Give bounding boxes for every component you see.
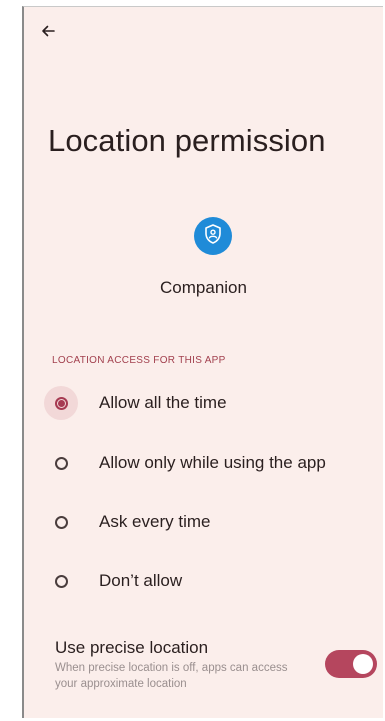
radio-button[interactable] bbox=[54, 515, 68, 529]
option-ask-every-time[interactable]: Ask every time bbox=[24, 500, 383, 544]
precise-location-subtitle: When precise location is off, apps can a… bbox=[55, 662, 288, 690]
option-dont-allow[interactable]: Don’t allow bbox=[24, 559, 383, 603]
app-name: Companion bbox=[160, 278, 247, 297]
section-header: LOCATION ACCESS FOR THIS APP bbox=[52, 355, 226, 366]
option-label: Don’t allow bbox=[99, 571, 183, 590]
radio-button[interactable] bbox=[54, 456, 68, 470]
radio-ripple bbox=[44, 505, 78, 539]
page-title: Location permission bbox=[48, 123, 326, 158]
option-label: Ask every time bbox=[99, 512, 211, 531]
app-icon bbox=[194, 217, 232, 255]
radio-button[interactable] bbox=[54, 574, 68, 588]
radio-ripple bbox=[44, 446, 78, 480]
shield-person-icon bbox=[201, 222, 225, 251]
option-label: Allow all the time bbox=[99, 393, 227, 412]
back-button[interactable] bbox=[36, 21, 60, 45]
radio-button-selected[interactable] bbox=[54, 396, 68, 410]
option-allow-all-the-time[interactable]: Allow all the time bbox=[24, 381, 383, 425]
radio-ripple bbox=[44, 386, 78, 420]
permission-screen: Location permission Companion LOCATION A… bbox=[22, 6, 383, 718]
radio-ripple bbox=[44, 564, 78, 598]
toggle-knob bbox=[353, 654, 373, 674]
precise-location-toggle[interactable] bbox=[325, 650, 377, 678]
option-allow-while-using[interactable]: Allow only while using the app bbox=[24, 441, 383, 485]
precise-location-title: Use precise location bbox=[55, 638, 209, 657]
arrow-left-icon bbox=[40, 23, 56, 44]
option-label: Allow only while using the app bbox=[99, 453, 326, 472]
